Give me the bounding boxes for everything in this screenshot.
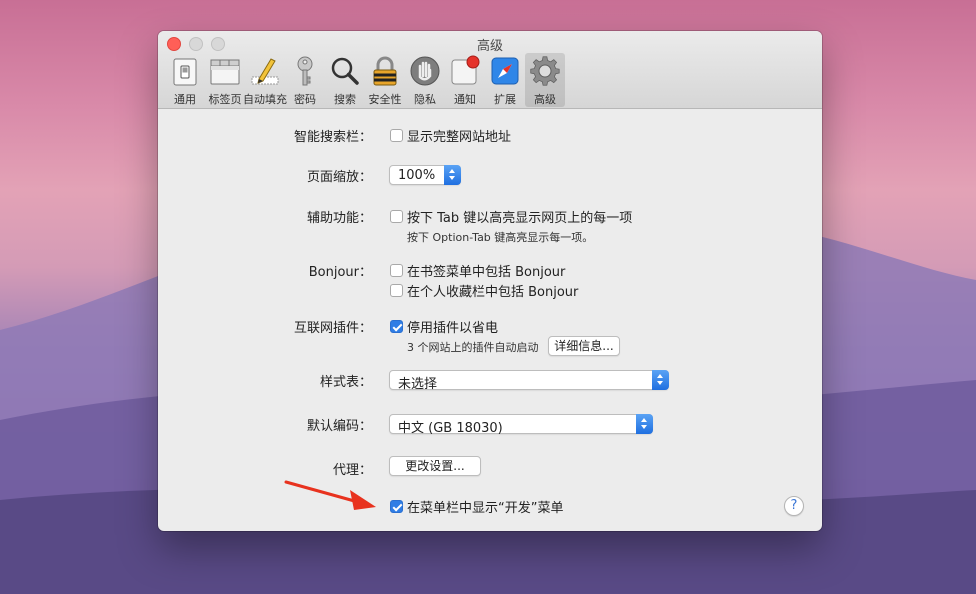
stylesheet-popup[interactable]: 未选择 <box>389 370 669 392</box>
chevron-updown-icon <box>636 414 653 434</box>
default-encoding-popup[interactable]: 中文 (GB 18030) <box>389 414 653 436</box>
page-zoom-label: 页面缩放： <box>306 170 372 185</box>
window-title: 高级 <box>476 39 503 54</box>
tab-general[interactable]: 通用 <box>165 53 205 107</box>
titlebar: 高级 通用 标签页 自动填充 密码 搜索 安全性 隐私 通知 扩展 高级 <box>158 31 822 109</box>
tab-notifications[interactable]: 通知 <box>445 53 485 107</box>
notification-icon <box>451 55 480 85</box>
smart-search-label: 智能搜索栏： <box>293 130 372 145</box>
tab-privacy[interactable]: 隐私 <box>405 53 445 107</box>
default-encoding-label: 默认编码： <box>306 419 372 434</box>
bonjour-bookmarks-menu-checkbox[interactable] <box>390 264 403 277</box>
option-tab-hint: 按下 Option-Tab 键高亮显示每一项。 <box>407 231 594 244</box>
show-develop-menu-text: 在菜单栏中显示“开发”菜单 <box>407 501 564 516</box>
tabs-window-icon <box>210 59 240 85</box>
show-full-address-checkbox[interactable] <box>390 129 403 142</box>
show-full-address-text: 显示完整网站地址 <box>407 130 512 145</box>
tab-search[interactable]: 搜索 <box>325 53 365 107</box>
bonjour-bookmarks-menu-text: 在书签菜单中包括 Bonjour <box>407 265 566 280</box>
accessibility-label: 辅助功能： <box>306 211 372 226</box>
chevron-updown-icon <box>444 165 461 185</box>
bonjour-favorites-bar-checkbox[interactable] <box>390 284 403 297</box>
chevron-updown-icon <box>652 370 669 390</box>
tab-autofill[interactable]: 自动填充 <box>243 53 287 107</box>
plugins-info-text: 3 个网站上的插件自动启动 <box>407 341 539 354</box>
internet-plugins-label: 互联网插件： <box>293 321 372 336</box>
bonjour-favorites-bar-text: 在个人收藏栏中包括 Bonjour <box>407 285 579 300</box>
red-arrow-icon <box>284 480 376 510</box>
help-button[interactable]: ? <box>784 496 804 516</box>
hand-icon <box>410 56 440 86</box>
preferences-toolbar: 通用 标签页 自动填充 密码 搜索 安全性 隐私 通知 扩展 高级 <box>165 53 565 107</box>
show-develop-menu-checkbox[interactable] <box>390 500 403 513</box>
tab-security[interactable]: 安全性 <box>365 53 405 107</box>
advanced-settings-panel: 智能搜索栏： 显示完整网站地址 页面缩放： 100% 辅助功能： 按下 Tab … <box>158 109 822 531</box>
stop-plugins-text: 停用插件以省电 <box>407 321 499 336</box>
bonjour-label: Bonjour： <box>308 265 372 280</box>
tab-tabs[interactable]: 标签页 <box>205 53 245 107</box>
tab-highlight-checkbox[interactable] <box>390 210 403 223</box>
page-zoom-popup[interactable]: 100% <box>389 165 461 185</box>
preferences-window: 高级 通用 标签页 自动填充 密码 搜索 安全性 隐私 通知 扩展 高级 智能搜… <box>158 31 822 531</box>
pencil-form-icon <box>251 58 279 85</box>
general-switch-icon <box>173 58 197 86</box>
plugin-details-button[interactable]: 详细信息... <box>548 336 620 356</box>
padlock-icon <box>373 56 397 86</box>
safari-compass-icon <box>491 57 519 85</box>
tab-passwords[interactable]: 密码 <box>285 53 325 107</box>
tab-advanced[interactable]: 高级 <box>525 53 565 107</box>
gear-icon <box>530 56 560 86</box>
change-proxy-settings-button[interactable]: 更改设置... <box>389 456 481 476</box>
magnifier-icon <box>331 57 359 85</box>
stylesheet-label: 样式表： <box>319 375 372 390</box>
key-icon <box>297 56 313 86</box>
tab-highlight-text: 按下 Tab 键以高亮显示网页上的每一项 <box>407 211 633 226</box>
stop-plugins-checkbox[interactable] <box>390 320 403 333</box>
tab-extensions[interactable]: 扩展 <box>485 53 525 107</box>
